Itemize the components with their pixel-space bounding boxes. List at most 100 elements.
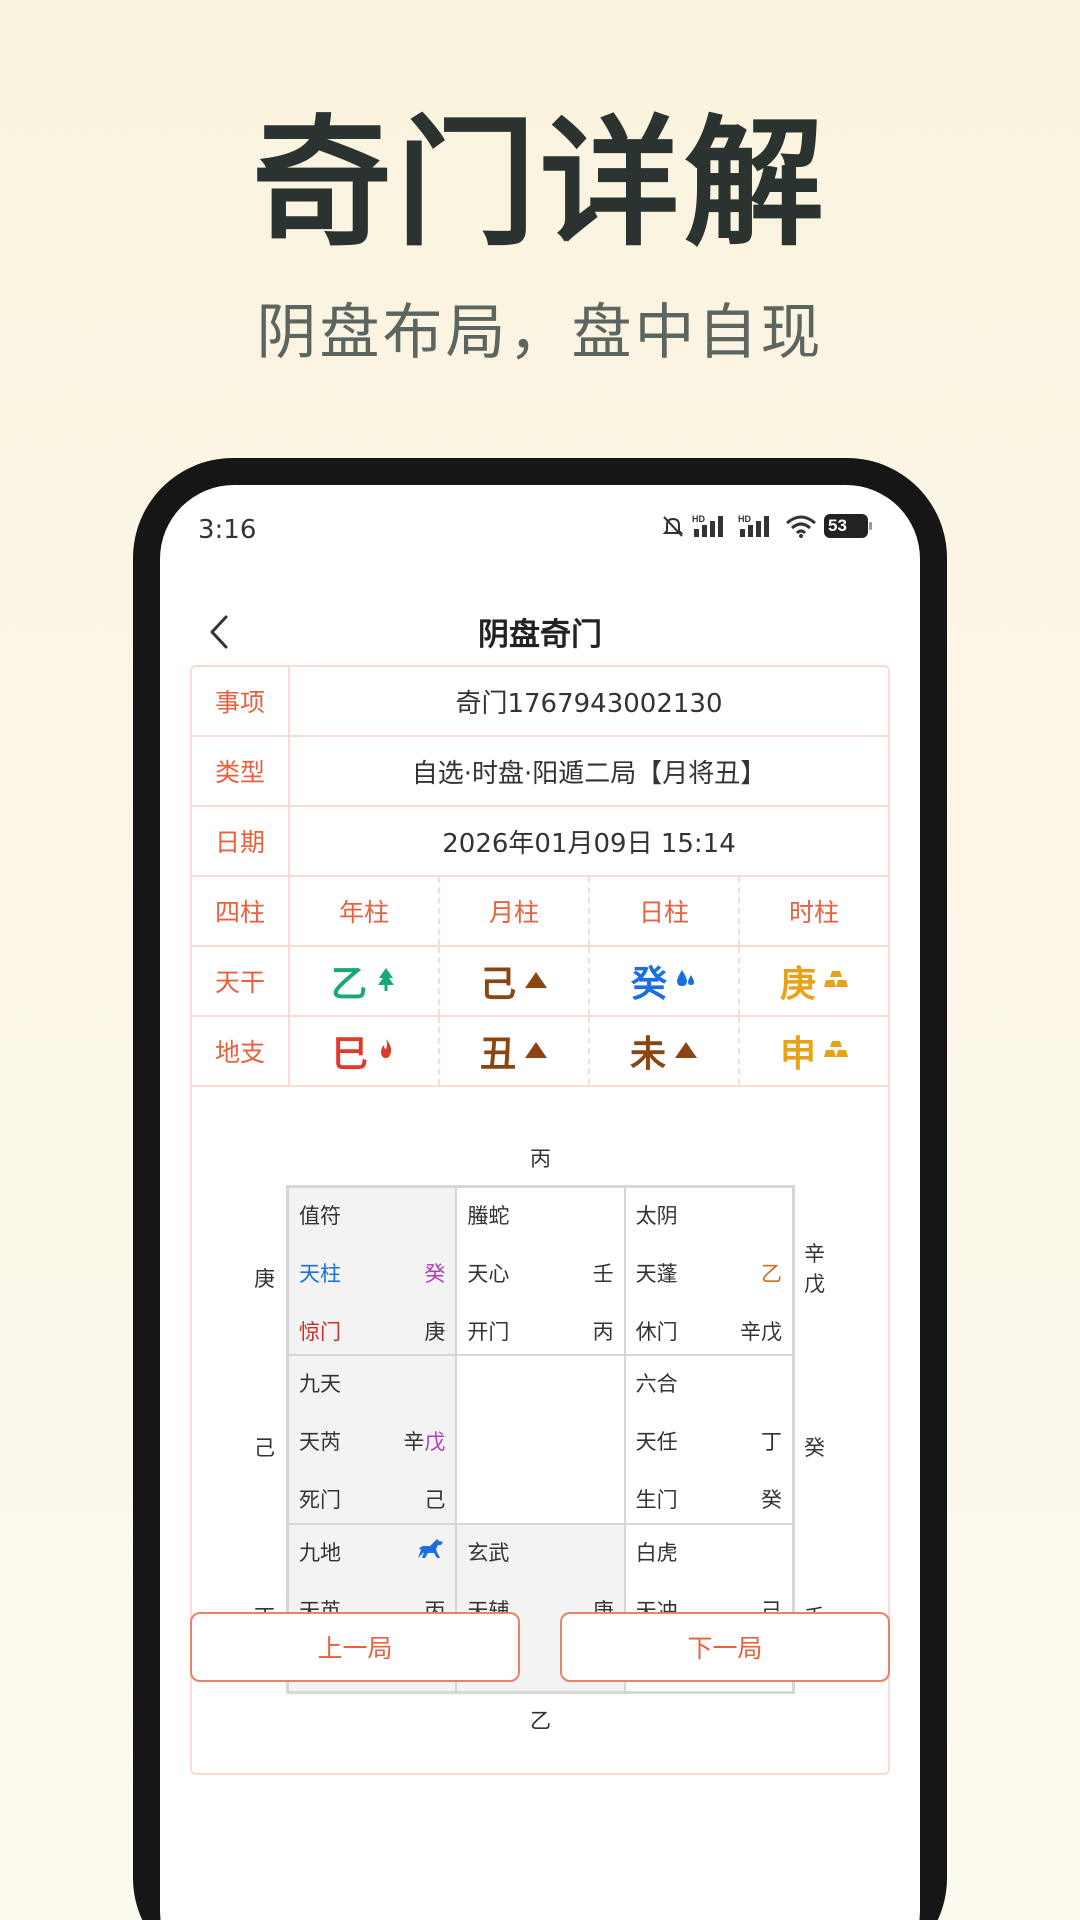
- mountain-icon: [524, 969, 548, 993]
- stem-char: 癸: [630, 964, 667, 1005]
- chart-top-stem: 丙: [530, 1147, 551, 1171]
- info-table: 事项 奇门1767943002130 类型 自选·时盘·阳遁二局【月将丑】 日期…: [190, 665, 890, 1775]
- nav-title: 阴盘奇门: [478, 617, 602, 653]
- row-type: 类型 自选·时盘·阳遁二局【月将丑】: [192, 737, 888, 807]
- pillars-label: 四柱: [192, 877, 290, 945]
- palace-star: 天芮: [299, 1430, 341, 1455]
- stem-month: 己: [440, 947, 590, 1015]
- palace-door: 死门: [299, 1488, 341, 1513]
- branch-day: 未: [590, 1017, 740, 1085]
- branch-label: 地支: [192, 1017, 290, 1085]
- palace-e[interactable]: 六合 天任 丁 生门 癸: [624, 1355, 793, 1524]
- status-time: 3:16: [198, 515, 257, 545]
- palace-star-stem: 壬: [592, 1262, 614, 1286]
- branch-char: 未: [629, 1034, 666, 1075]
- palace-god: 九天: [299, 1372, 341, 1397]
- pillar-day: 日柱: [590, 877, 740, 945]
- palace-door: 惊门: [299, 1320, 341, 1344]
- date-value: 2026年01月09日 15:14: [442, 828, 736, 859]
- branch-char: 丑: [479, 1034, 516, 1075]
- hero-subtitle: 阴盘布局，盘中自现: [256, 298, 824, 368]
- palace-door-stem: 丙: [592, 1320, 614, 1344]
- row-pillars: 四柱 年柱 月柱 日柱 时柱: [192, 877, 888, 947]
- palace-god: 玄武: [467, 1540, 510, 1565]
- status-icons: HD HD 53: [660, 513, 872, 539]
- hero-title: 奇门详解: [251, 103, 828, 266]
- type-label: 类型: [192, 737, 290, 805]
- palace-door-stem: 癸: [760, 1488, 782, 1513]
- palace-door-stem: 庚: [424, 1320, 446, 1344]
- stem-label: 天干: [192, 947, 290, 1015]
- mountain-icon: [674, 1039, 698, 1063]
- row-date: 日期 2026年01月09日 15:14: [192, 807, 888, 877]
- palace-door-stem: 己: [424, 1488, 446, 1513]
- gold-icon: [824, 969, 848, 993]
- gold-icon: [824, 1039, 848, 1063]
- svg-text:HD: HD: [738, 514, 751, 524]
- row-branches: 地支 巳 丑 未 申: [192, 1017, 888, 1087]
- palace-star: 天心: [467, 1262, 510, 1286]
- pillar-year: 年柱: [290, 877, 440, 945]
- palace-star-stem: 癸: [424, 1262, 446, 1286]
- mountain-icon: [524, 1039, 548, 1063]
- palace-star: 天柱: [299, 1262, 341, 1286]
- signal-hd-icon-2: HD: [738, 514, 769, 537]
- branch-hour: 申: [740, 1017, 888, 1085]
- next-button[interactable]: 下一局: [560, 1612, 890, 1682]
- stem-day: 癸: [590, 947, 740, 1015]
- signal-hd-icon: HD: [692, 514, 723, 537]
- palace-star: 天蓬: [635, 1262, 678, 1286]
- palace-god: 六合: [635, 1372, 678, 1397]
- item-label: 事项: [192, 667, 290, 735]
- row-item: 事项 奇门1767943002130: [192, 667, 888, 737]
- palace-star-stem-a: 辛: [403, 1430, 425, 1455]
- horse-icon: [415, 1537, 445, 1566]
- nav-bar: 阴盘奇门: [160, 593, 920, 673]
- stem-year: 乙: [290, 947, 440, 1015]
- palace-star-stem: 乙: [760, 1262, 782, 1286]
- palace-center: [456, 1355, 625, 1524]
- palace-door-stem: 辛戊: [739, 1320, 782, 1344]
- branch-char: 巳: [331, 1034, 368, 1075]
- tree-icon: [375, 966, 397, 996]
- phone-screen: 3:16 HD HD 53 阴盘奇门 事项 奇门1767943002130 类型…: [160, 485, 920, 1920]
- stem-char: 庚: [779, 964, 816, 1005]
- palace-door: 开门: [467, 1320, 510, 1344]
- palace-star-stem-b: 戊: [424, 1430, 446, 1455]
- palace-god: 螣蛇: [467, 1204, 510, 1228]
- palace-star-stem: 辛戊: [403, 1426, 445, 1456]
- branch-year: 巳: [290, 1017, 440, 1085]
- stem-char: 己: [479, 964, 516, 1005]
- palace-god: 九地: [299, 1540, 341, 1565]
- palace-n[interactable]: 螣蛇 天心 壬 开门 丙: [456, 1187, 625, 1356]
- pillar-hour: 时柱: [788, 898, 839, 927]
- palace-god: 太阴: [635, 1204, 678, 1228]
- palace-door: 生门: [635, 1488, 678, 1513]
- palace-nw[interactable]: 值符 天柱 癸 惊门 庚: [288, 1187, 457, 1356]
- battery-level: 53: [828, 516, 847, 535]
- pillar-month: 月柱: [440, 877, 590, 945]
- status-bar: 3:16 HD HD 53: [160, 485, 920, 585]
- palace-star-stem: 丁: [760, 1430, 782, 1455]
- palace-god: 白虎: [635, 1540, 678, 1565]
- palace-door: 休门: [635, 1320, 678, 1344]
- branch-month: 丑: [440, 1017, 590, 1085]
- water-drop-icon: [675, 967, 697, 995]
- type-value: 自选·时盘·阳遁二局【月将丑】: [411, 758, 767, 789]
- prev-button[interactable]: 上一局: [190, 1612, 520, 1682]
- phone-frame: 3:16 HD HD 53 阴盘奇门 事项 奇门1767943002130 类型…: [133, 458, 947, 1920]
- chart-bottom-stem: 乙: [530, 1709, 551, 1733]
- palace-ne[interactable]: 太阴 天蓬 乙 休门 辛戊: [624, 1187, 793, 1356]
- item-value: 奇门1767943002130: [455, 688, 723, 719]
- chart-right-stem-2: 癸: [804, 1436, 825, 1460]
- chart-left-stem-2: 己: [254, 1436, 275, 1460]
- row-stems: 天干 乙 己 癸 庚: [192, 947, 888, 1017]
- date-label: 日期: [192, 807, 290, 875]
- branch-char: 申: [779, 1034, 816, 1075]
- chart-right-stem-1: 辛 戊: [804, 1242, 825, 1296]
- palace-star: 天任: [635, 1430, 678, 1455]
- palace-w[interactable]: 九天 天芮 辛戊 死门 己: [288, 1355, 457, 1524]
- palace-god: 值符: [299, 1204, 341, 1228]
- wifi-icon: [786, 515, 816, 538]
- stem-char: 乙: [330, 964, 367, 1005]
